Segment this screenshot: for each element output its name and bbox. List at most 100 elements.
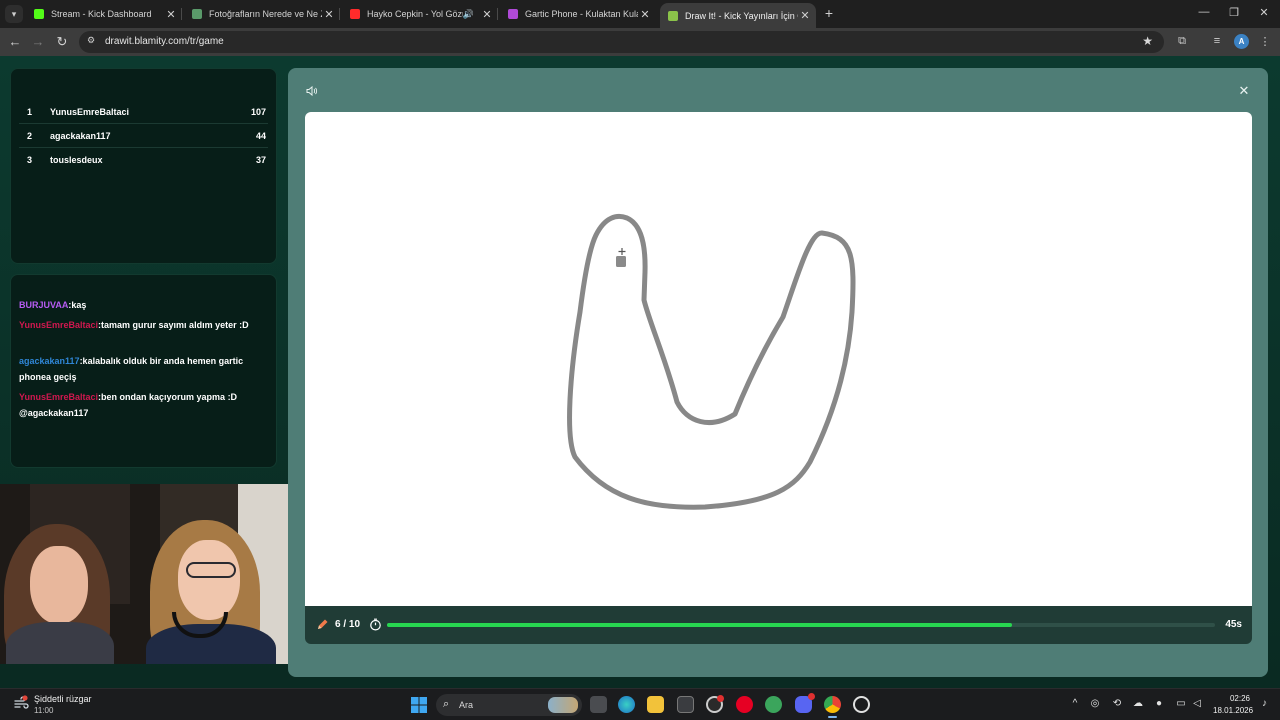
- windows-start-icon[interactable]: [411, 697, 427, 713]
- drawing-modal: ✕ 6 / 10 45s: [288, 68, 1268, 677]
- menu-kebab-icon[interactable]: ⋮: [1258, 35, 1272, 48]
- leaderboard-panel: 1 YunusEmreBaltaci 107 2 agackakan117 44…: [10, 68, 277, 264]
- search-placeholder: Ara: [459, 700, 474, 710]
- pencil-icon: [318, 619, 328, 629]
- back-icon[interactable]: ←: [8, 34, 22, 49]
- chat-username[interactable]: BURJUVAA: [19, 300, 68, 310]
- edge-icon[interactable]: [618, 696, 635, 713]
- weather-wind-icon[interactable]: [13, 695, 29, 711]
- chat-username[interactable]: YunusEmreBaltaci: [19, 392, 98, 402]
- close-tab-icon[interactable]: ✕: [480, 8, 494, 21]
- tab-title: Stream - Kick Dashboard: [51, 9, 152, 19]
- site-info-icon[interactable]: ⚙: [87, 35, 99, 48]
- rank: 2: [27, 130, 33, 141]
- tray-overflow-icon[interactable]: ^: [1068, 698, 1082, 709]
- pinterest-icon[interactable]: [736, 696, 753, 713]
- player-name: YunusEmreBaltaci: [50, 106, 130, 117]
- file-explorer-icon[interactable]: [647, 696, 664, 713]
- time-remaining: 45s: [1225, 619, 1242, 630]
- tray-volume-icon[interactable]: ◁: [1190, 698, 1204, 709]
- kick-icon: [34, 9, 44, 19]
- leaderboard-row: 2 agackakan117 44: [19, 124, 268, 148]
- time-progress-bar: [387, 623, 1215, 627]
- rank: 3: [27, 155, 33, 165]
- tab-draw-it[interactable]: Draw It! - Kick Yayınları İçin Çizim ✕: [660, 3, 816, 28]
- tab-youtube[interactable]: Hayko Cepkin - Yol Gözüm 🔊 ✕: [342, 3, 498, 25]
- profile-avatar[interactable]: A: [1234, 34, 1249, 49]
- tray-onedrive-icon[interactable]: ☁: [1131, 698, 1145, 709]
- time-progress-fill: [387, 623, 1013, 627]
- tray-mic-icon[interactable]: ●: [1152, 698, 1166, 709]
- chat-username[interactable]: agackakan117: [19, 356, 80, 366]
- tab-title: Gartic Phone - Kulaktan Kulağa: [525, 9, 638, 19]
- weather-title[interactable]: Şiddetli rüzgar: [34, 694, 92, 704]
- reload-icon[interactable]: ↻: [55, 34, 69, 50]
- notification-bell-icon[interactable]: ♪: [1262, 698, 1267, 709]
- new-tab-button[interactable]: +: [822, 5, 836, 21]
- close-window-icon[interactable]: ✕: [1257, 6, 1271, 19]
- obs-icon[interactable]: [853, 696, 870, 713]
- youtube-icon: [350, 9, 360, 19]
- taskbar-search[interactable]: ⌕ Ara: [436, 694, 582, 716]
- tray-obs-icon[interactable]: ◎: [1088, 698, 1102, 709]
- url-text[interactable]: drawit.blamity.com/tr/game: [105, 36, 224, 47]
- player-name: agackakan117: [50, 130, 111, 141]
- tray-sync-icon[interactable]: ⟲: [1110, 698, 1124, 709]
- tab-title: Fotoğrafların Nerede ve Ne Zaman: [209, 9, 322, 19]
- clock-time[interactable]: 02:26: [1228, 694, 1250, 703]
- chat-text: :tamam gurur sayımı aldım yeter :D: [98, 320, 249, 330]
- chat-message: agackakan117:kalabalık olduk bir anda he…: [19, 353, 269, 385]
- address-bar[interactable]: ⚙ drawit.blamity.com/tr/game ★: [79, 31, 1164, 53]
- drawing-strokes: [567, 213, 856, 510]
- chat-message: BURJUVAA:kaş: [19, 297, 269, 313]
- globe-app-icon[interactable]: [765, 696, 782, 713]
- player-score: 107: [250, 106, 266, 117]
- chrome-icon[interactable]: [824, 696, 841, 718]
- sound-icon[interactable]: [306, 85, 318, 97]
- close-tab-icon[interactable]: ✕: [638, 8, 652, 21]
- tab-photos[interactable]: Fotoğrafların Nerede ve Ne Zaman ✕: [184, 3, 340, 25]
- search-highlight-image: [548, 697, 578, 713]
- player-name: touslesdeux: [50, 155, 103, 165]
- close-icon[interactable]: ✕: [1237, 83, 1251, 99]
- tab-gartic-phone[interactable]: Gartic Phone - Kulaktan Kulağa ✕: [500, 3, 656, 25]
- audio-playing-icon[interactable]: 🔊: [463, 9, 474, 20]
- game-page: 1 YunusEmreBaltaci 107 2 agackakan117 44…: [0, 56, 1280, 688]
- player-score: 37: [255, 155, 266, 165]
- app-icon[interactable]: [706, 695, 724, 713]
- bucket-cursor-icon: [616, 248, 626, 267]
- browser-tab-strip: ▾ Stream - Kick Dashboard ✕ Fotoğrafları…: [0, 0, 1280, 28]
- chat-username[interactable]: YunusEmreBaltaci: [19, 320, 98, 330]
- game-status-bar: 6 / 10 45s: [305, 606, 1252, 644]
- timer-icon: [370, 618, 381, 631]
- chat-message: YunusEmreBaltaci:tamam gurur sayımı aldı…: [19, 317, 269, 333]
- bookmark-star-icon[interactable]: ★: [1142, 34, 1153, 48]
- store-icon[interactable]: [677, 696, 694, 713]
- weather-time[interactable]: 11:00: [34, 706, 53, 715]
- task-view-icon[interactable]: [590, 696, 607, 713]
- restore-icon[interactable]: ❐: [1227, 6, 1241, 19]
- drawing-canvas[interactable]: [305, 112, 1252, 606]
- webcam-overlay: [0, 484, 288, 664]
- close-tab-icon[interactable]: ✕: [164, 8, 178, 21]
- forward-icon[interactable]: →: [31, 34, 45, 49]
- minimize-icon[interactable]: —: [1197, 6, 1211, 18]
- chat-text: :kaş: [68, 300, 87, 310]
- discord-icon[interactable]: [795, 693, 815, 713]
- round-counter: 6 / 10: [335, 619, 361, 630]
- leaderboard-row: 1 YunusEmreBaltaci 107: [19, 100, 268, 124]
- browser-toolbar: ← → ↻ ⚙ drawit.blamity.com/tr/game ★ ⧉ ≡…: [0, 28, 1280, 56]
- leaderboard-row: 3 touslesdeux 37: [19, 148, 268, 172]
- rank: 1: [27, 106, 33, 117]
- tab-kick-dashboard[interactable]: Stream - Kick Dashboard ✕: [26, 3, 182, 25]
- extensions-icon[interactable]: ⧉: [1175, 35, 1189, 48]
- close-tab-icon[interactable]: ✕: [322, 8, 336, 21]
- tray-network-icon[interactable]: ▭: [1174, 698, 1188, 709]
- player-score: 44: [255, 130, 266, 141]
- chat-message: YunusEmreBaltaci:ben ondan kaçıyorum yap…: [19, 389, 269, 421]
- close-tab-icon[interactable]: ✕: [798, 9, 812, 22]
- tab-search-button[interactable]: ▾: [5, 5, 23, 23]
- media-control-icon[interactable]: ≡: [1210, 35, 1224, 47]
- clock-date[interactable]: 18.01.2026: [1213, 706, 1253, 715]
- tab-title: Draw It! - Kick Yayınları İçin Çizim: [685, 10, 798, 21]
